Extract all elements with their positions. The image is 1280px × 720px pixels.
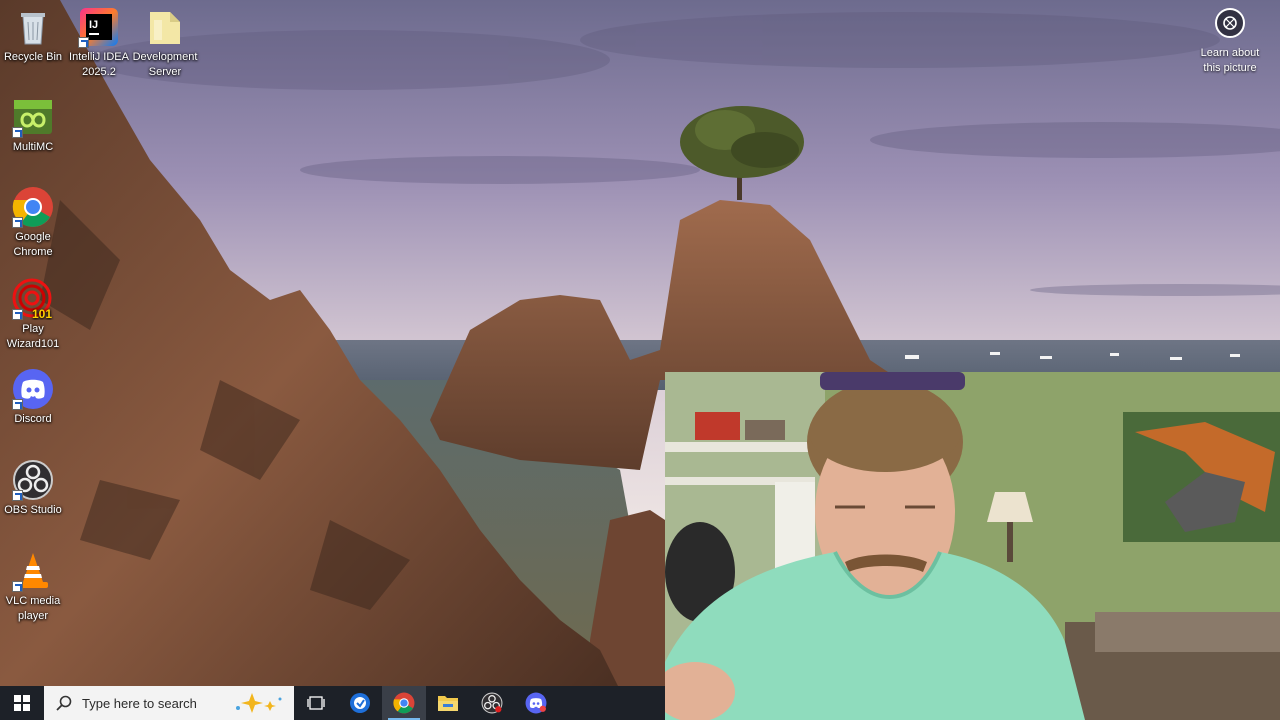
learn-about-label: Learn about this picture <box>1200 47 1260 74</box>
taskbar-task-view[interactable] <box>294 686 338 720</box>
multimc-icon <box>12 96 54 138</box>
intellij-glyph-text: IJ <box>89 19 98 31</box>
shortcut-arrow-icon <box>12 309 23 320</box>
taskbar-app-blue[interactable] <box>338 686 382 720</box>
learn-about-this-picture[interactable]: Learn about this picture <box>1192 6 1268 76</box>
search-placeholder: Type here to search <box>82 695 197 711</box>
desktop-icon-wizard101[interactable]: 101 Play Wizard101 <box>0 274 70 352</box>
desktop-icon-development-server[interactable]: Development Server <box>128 2 202 80</box>
start-button[interactable] <box>0 686 44 720</box>
vlc-icon <box>12 550 54 592</box>
intellij-icon: IJ <box>78 6 120 48</box>
webcam-feed <box>665 372 1280 720</box>
desktop-icon-discord[interactable]: Discord <box>0 364 70 427</box>
taskbar-obs[interactable] <box>470 686 514 720</box>
chrome-icon <box>393 692 415 714</box>
desktop-icon-obs-studio[interactable]: OBS Studio <box>0 455 70 518</box>
taskbar: Type here to search <box>0 686 665 720</box>
folder-icon <box>144 6 186 48</box>
shortcut-arrow-icon <box>12 217 23 228</box>
task-view-icon <box>307 696 325 710</box>
taskbar-search-box[interactable]: Type here to search <box>44 686 294 720</box>
camera-info-icon <box>1215 8 1245 38</box>
desktop-icon-recycle-bin[interactable]: Recycle Bin <box>0 2 70 65</box>
desktop-icon-google-chrome[interactable]: Google Chrome <box>0 182 70 260</box>
taskbar-chrome[interactable] <box>382 686 426 720</box>
shortcut-arrow-icon <box>78 37 89 48</box>
chrome-icon <box>12 186 54 228</box>
desktop-icon-vlc[interactable]: VLC media player <box>0 546 70 624</box>
wizard101-icon: 101 <box>12 278 54 320</box>
folder-icon <box>438 696 458 711</box>
obs-icon <box>12 459 54 501</box>
desktop-icon-multimc[interactable]: MultiMC <box>0 92 70 155</box>
obs-icon <box>481 692 503 714</box>
taskbar-file-explorer[interactable] <box>426 686 470 720</box>
desktop-icon-intellij[interactable]: IJ IntelliJ IDEA 2025.2 <box>62 2 136 80</box>
blue-app-icon <box>350 693 370 713</box>
wizard101-glyph-text: 101 <box>32 307 52 320</box>
discord-icon <box>12 368 54 410</box>
windows-logo-icon <box>14 695 30 711</box>
shortcut-arrow-icon <box>12 490 23 501</box>
recycle-bin-icon <box>12 6 54 48</box>
sparkle-icon <box>236 693 282 713</box>
search-icon <box>56 695 72 711</box>
shortcut-arrow-icon <box>12 399 23 410</box>
taskbar-discord[interactable] <box>514 686 558 720</box>
discord-icon <box>525 692 547 714</box>
shortcut-arrow-icon <box>12 581 23 592</box>
shortcut-arrow-icon <box>12 127 23 138</box>
